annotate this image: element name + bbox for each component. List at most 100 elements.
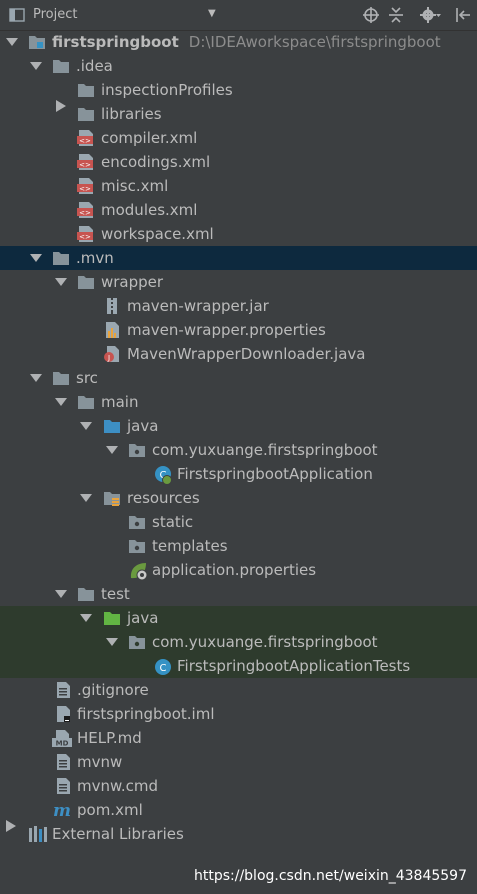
tree-item-test-package[interactable]: com.yuxuange.firstspringboot xyxy=(0,630,477,654)
tree-item-application-class[interactable]: C FirstspringbootApplication xyxy=(0,462,477,486)
tree-item-modules-xml[interactable]: <> modules.xml xyxy=(0,198,477,222)
source-folder-icon xyxy=(103,417,121,435)
package-icon xyxy=(128,633,146,651)
chevron-down-icon[interactable]: ▼ xyxy=(208,8,216,19)
svg-text:<>: <> xyxy=(79,233,91,241)
svg-text:<>: <> xyxy=(79,209,91,217)
collapse-all-icon[interactable] xyxy=(388,6,404,28)
tree-item-iml-file[interactable]: firstspringboot.iml xyxy=(0,702,477,726)
tree-item-encodings-xml[interactable]: <> encodings.xml xyxy=(0,150,477,174)
tree-item-misc-xml[interactable]: <> misc.xml xyxy=(0,174,477,198)
folder-icon xyxy=(77,273,95,291)
tree-item-templates-folder[interactable]: templates xyxy=(0,534,477,558)
tree-item-project-root[interactable]: firstspringboot D:\IDEAworkspace\firstspr… xyxy=(0,30,477,54)
package-icon xyxy=(128,441,146,459)
chevron-right-icon[interactable] xyxy=(6,820,18,846)
class-icon: C xyxy=(153,657,171,675)
tree-item-idea-folder[interactable]: .idea xyxy=(0,54,477,78)
tree-item-label: workspace.xml xyxy=(101,225,214,243)
properties-file-icon xyxy=(103,321,121,339)
package-icon xyxy=(128,513,146,531)
chevron-down-icon[interactable] xyxy=(6,30,18,54)
chevron-down-icon[interactable] xyxy=(55,582,67,606)
project-view-selector[interactable]: Project xyxy=(33,7,77,22)
tree-item-wrapper-folder[interactable]: wrapper xyxy=(0,270,477,294)
tree-item-label: External Libraries xyxy=(52,825,184,843)
watermark-url: https://blog.csdn.net/weixin_43845597 xyxy=(193,868,467,884)
chevron-down-icon[interactable] xyxy=(80,414,92,438)
chevron-down-icon[interactable] xyxy=(80,606,92,630)
chevron-down-icon[interactable] xyxy=(55,390,67,414)
tree-item-application-tests-class[interactable]: C FirstspringbootApplicationTests xyxy=(0,654,477,678)
xml-file-icon: <> xyxy=(77,201,95,219)
tree-item-label: java xyxy=(127,417,159,435)
tree-item-label: resources xyxy=(127,489,200,507)
tree-item-gitignore[interactable]: .gitignore xyxy=(0,678,477,702)
tree-item-application-properties[interactable]: application.properties xyxy=(0,558,477,582)
svg-text:<>: <> xyxy=(79,137,91,145)
chevron-down-icon[interactable] xyxy=(106,438,118,462)
tree-item-compiler-xml[interactable]: <> compiler.xml xyxy=(0,126,477,150)
tree-item-libraries[interactable]: libraries xyxy=(0,100,477,126)
spring-boot-class-icon: C xyxy=(153,465,172,485)
tree-item-label: maven-wrapper.properties xyxy=(127,321,326,339)
tree-item-external-libraries[interactable]: External Libraries xyxy=(0,820,477,846)
tree-item-java-test-root[interactable]: java xyxy=(0,606,477,630)
folder-icon xyxy=(52,249,70,267)
tree-item-resources-folder[interactable]: resources xyxy=(0,486,477,510)
tree-item-label: firstspringboot.iml xyxy=(77,705,215,723)
chevron-right-icon[interactable] xyxy=(56,100,68,126)
tree-item-label: mvnw.cmd xyxy=(77,777,159,795)
tree-item-mvnw[interactable]: mvnw xyxy=(0,750,477,774)
tree-item-label: FirstspringbootApplicationTests xyxy=(177,657,411,675)
tree-item-pom-xml[interactable]: m pom.xml xyxy=(0,798,477,822)
tree-item-label: MavenWrapperDownloader.java xyxy=(127,345,366,363)
folder-icon xyxy=(77,393,95,411)
tree-item-main-package[interactable]: com.yuxuange.firstspringboot xyxy=(0,438,477,462)
svg-text:MD: MD xyxy=(56,740,69,748)
gear-icon[interactable] xyxy=(420,6,442,28)
tree-item-label: maven-wrapper.jar xyxy=(127,297,269,315)
tree-item-maven-wrapper-downloader[interactable]: J MavenWrapperDownloader.java xyxy=(0,342,477,366)
svg-text:<>: <> xyxy=(79,161,91,169)
tree-item-label: .mvn xyxy=(76,249,114,267)
chevron-down-icon[interactable] xyxy=(30,246,42,270)
tree-item-static-folder[interactable]: static xyxy=(0,510,477,534)
tree-item-label: misc.xml xyxy=(101,177,169,195)
tree-item-label: HELP.md xyxy=(77,729,142,747)
xml-file-icon: <> xyxy=(77,177,95,195)
chevron-down-icon[interactable] xyxy=(30,54,42,78)
tree-item-main-folder[interactable]: main xyxy=(0,390,477,414)
java-file-icon: J xyxy=(103,345,121,363)
tree-item-workspace-xml[interactable]: <> workspace.xml xyxy=(0,222,477,246)
hide-panel-icon[interactable] xyxy=(455,6,471,28)
svg-text:m: m xyxy=(53,801,71,819)
tree-item-inspection-profiles[interactable]: inspectionProfiles xyxy=(0,78,477,102)
tree-item-mvnw-cmd[interactable]: mvnw.cmd xyxy=(0,774,477,798)
tree-item-label: mvnw xyxy=(77,753,123,771)
tree-item-mvn-folder[interactable]: .mvn xyxy=(0,246,477,270)
chevron-down-icon[interactable] xyxy=(80,486,92,510)
chevron-down-icon[interactable] xyxy=(55,270,67,294)
folder-icon xyxy=(77,105,95,123)
tree-item-label: static xyxy=(152,513,194,531)
tree-item-label: pom.xml xyxy=(77,801,143,819)
tree-item-help-md[interactable]: MD HELP.md xyxy=(0,726,477,750)
spring-properties-icon xyxy=(128,561,148,581)
tree-item-label: encodings.xml xyxy=(101,153,211,171)
tree-item-label: wrapper xyxy=(101,273,164,291)
folder-icon xyxy=(52,57,70,75)
chevron-down-icon[interactable] xyxy=(106,630,118,654)
tree-item-java-source-root[interactable]: java xyxy=(0,414,477,438)
maven-icon: m xyxy=(52,801,71,821)
chevron-down-icon[interactable] xyxy=(30,366,42,390)
tree-item-label: com.yuxuange.firstspringboot xyxy=(152,441,378,459)
markdown-file-icon: MD xyxy=(52,729,72,748)
xml-file-icon: <> xyxy=(77,129,95,147)
tree-item-maven-wrapper-jar[interactable]: maven-wrapper.jar xyxy=(0,294,477,318)
tree-item-test-folder[interactable]: test xyxy=(0,582,477,606)
tree-item-src-folder[interactable]: src xyxy=(0,366,477,390)
tree-item-maven-wrapper-properties[interactable]: maven-wrapper.properties xyxy=(0,318,477,342)
text-file-icon xyxy=(54,753,72,771)
locate-file-icon[interactable] xyxy=(362,6,380,28)
